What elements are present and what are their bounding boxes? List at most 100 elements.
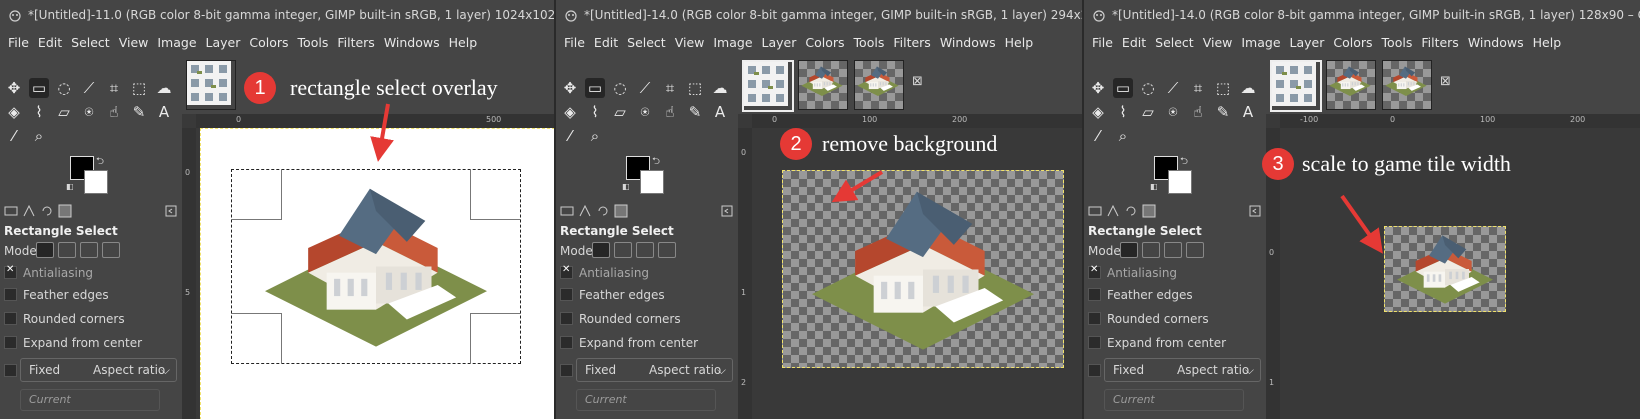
mode-add-button[interactable]: [58, 242, 76, 258]
crop-tool-icon[interactable]: ⌗: [104, 78, 124, 98]
undo-history-tab-icon[interactable]: [596, 204, 610, 218]
color-swatches[interactable]: ⮌ ◧: [622, 154, 666, 196]
swap-colors-icon[interactable]: ⮌: [652, 154, 660, 171]
unified-transform-tool-icon[interactable]: ⬚: [129, 78, 149, 98]
menu-colors[interactable]: Colors: [1333, 35, 1372, 50]
warp-tool-icon[interactable]: ☁: [154, 78, 174, 98]
menu-select[interactable]: Select: [71, 35, 110, 50]
rounded-corners-checkbox[interactable]: [4, 312, 17, 325]
rounded-corners-checkbox[interactable]: [1088, 312, 1101, 325]
fixed-aspect-dropdown[interactable]: Fixed Aspect ratio ⌵: [1104, 358, 1261, 382]
smudge-tool-icon[interactable]: ☝: [1188, 102, 1208, 122]
antialiasing-checkbox[interactable]: [1088, 264, 1101, 279]
mode-replace-button[interactable]: [1120, 242, 1138, 258]
antialiasing-option[interactable]: Antialiasing: [1088, 264, 1177, 280]
undo-history-tab-icon[interactable]: [40, 204, 54, 218]
configure-tab-icon[interactable]: [720, 204, 734, 218]
current-field[interactable]: Current: [20, 389, 160, 411]
mode-subtract-button[interactable]: [1164, 242, 1182, 258]
background-color[interactable]: [84, 170, 108, 194]
image-thumbnail[interactable]: [854, 60, 904, 110]
menu-edit[interactable]: Edit: [594, 35, 618, 50]
menu-file[interactable]: File: [8, 35, 29, 50]
fixed-aspect-dropdown[interactable]: Fixed Aspect ratio ⌵: [20, 358, 177, 382]
paintbrush-tool-icon[interactable]: ⌇: [1113, 102, 1133, 122]
warp-tool-icon[interactable]: ☁: [710, 78, 730, 98]
menu-windows[interactable]: Windows: [384, 35, 440, 50]
images-tab-icon[interactable]: [1142, 204, 1156, 218]
menu-select[interactable]: Select: [627, 35, 666, 50]
rounded-corners-option[interactable]: Rounded corners: [1088, 312, 1209, 326]
color-picker-tool-icon[interactable]: ⁄: [1088, 126, 1108, 146]
rectangle-selection[interactable]: [231, 169, 521, 364]
image-thumbnail[interactable]: [798, 60, 848, 110]
lasso-tool-icon[interactable]: ◌: [610, 78, 630, 98]
menu-view[interactable]: View: [675, 35, 705, 50]
tool-options-tab-icon[interactable]: [4, 204, 18, 218]
device-status-tab-icon[interactable]: [578, 204, 592, 218]
canvas-area[interactable]: 0 500 05: [182, 56, 554, 419]
antialiasing-checkbox[interactable]: [4, 264, 17, 279]
image-thumbnail[interactable]: [1270, 60, 1322, 112]
menu-edit[interactable]: Edit: [1122, 35, 1146, 50]
expand-from-center-option[interactable]: Expand from center: [4, 336, 142, 350]
expand-from-center-checkbox[interactable]: [4, 336, 17, 349]
bucket-fill-tool-icon[interactable]: ◈: [4, 102, 24, 122]
menu-filters[interactable]: Filters: [893, 35, 930, 50]
menu-layer[interactable]: Layer: [762, 35, 797, 50]
rect-select-tool-icon[interactable]: ▭: [1113, 78, 1133, 98]
color-swatches[interactable]: ⮌ ◧: [1150, 156, 1194, 196]
antialiasing-option[interactable]: Antialiasing: [4, 264, 93, 280]
expand-from-center-checkbox[interactable]: [560, 336, 573, 349]
clone-tool-icon[interactable]: ⍟: [635, 102, 655, 122]
zoom-tool-icon[interactable]: ⌕: [29, 126, 49, 146]
configure-tab-icon[interactable]: [164, 204, 178, 218]
menu-colors[interactable]: Colors: [805, 35, 844, 50]
image-thumbnail[interactable]: [186, 60, 236, 110]
mode-subtract-button[interactable]: [80, 242, 98, 258]
menu-image[interactable]: Image: [1241, 35, 1280, 50]
fuzzy-select-tool-icon[interactable]: ⟋: [79, 78, 99, 98]
device-status-tab-icon[interactable]: [22, 204, 36, 218]
clone-tool-icon[interactable]: ⍟: [79, 102, 99, 122]
color-picker-tool-icon[interactable]: ⁄: [4, 126, 24, 146]
menu-help[interactable]: Help: [449, 35, 478, 50]
menu-view[interactable]: View: [119, 35, 149, 50]
eraser-tool-icon[interactable]: ▱: [54, 102, 74, 122]
menu-windows[interactable]: Windows: [940, 35, 996, 50]
tool-options-tab-icon[interactable]: [560, 204, 574, 218]
mode-add-button[interactable]: [1142, 242, 1160, 258]
warp-tool-icon[interactable]: ☁: [1238, 78, 1258, 98]
crop-tool-icon[interactable]: ⌗: [1188, 78, 1208, 98]
paintbrush-tool-icon[interactable]: ⌇: [29, 102, 49, 122]
path-tool-icon[interactable]: ✎: [129, 102, 149, 122]
menu-image[interactable]: Image: [157, 35, 196, 50]
paintbrush-tool-icon[interactable]: ⌇: [585, 102, 605, 122]
mode-intersect-button[interactable]: [1186, 242, 1204, 258]
fuzzy-select-tool-icon[interactable]: ⟋: [1163, 78, 1183, 98]
menu-select[interactable]: Select: [1155, 35, 1194, 50]
feather-edges-checkbox[interactable]: [1088, 288, 1101, 301]
image-viewport[interactable]: [752, 128, 1082, 419]
antialiasing-option[interactable]: Antialiasing: [560, 264, 649, 280]
path-tool-icon[interactable]: ✎: [685, 102, 705, 122]
images-tab-icon[interactable]: [58, 204, 72, 218]
feather-edges-option[interactable]: Feather edges: [560, 288, 665, 302]
rect-select-tool-icon[interactable]: ▭: [585, 78, 605, 98]
rounded-corners-option[interactable]: Rounded corners: [4, 312, 125, 326]
menu-filters[interactable]: Filters: [1421, 35, 1458, 50]
image-viewport[interactable]: [196, 128, 554, 419]
fixed-checkbox[interactable]: [1088, 364, 1101, 377]
current-field[interactable]: Current: [576, 389, 716, 411]
menu-tools[interactable]: Tools: [1382, 35, 1413, 50]
image-thumbnail[interactable]: [1382, 60, 1432, 110]
move-tool-icon[interactable]: ✥: [1088, 78, 1108, 98]
lasso-tool-icon[interactable]: ◌: [1138, 78, 1158, 98]
zoom-tool-icon[interactable]: ⌕: [585, 126, 605, 146]
feather-edges-checkbox[interactable]: [560, 288, 573, 301]
swap-colors-icon[interactable]: ⮌: [96, 154, 104, 171]
mode-intersect-button[interactable]: [102, 242, 120, 258]
configure-tab-icon[interactable]: [1248, 204, 1262, 218]
default-colors-icon[interactable]: ◧: [66, 182, 74, 191]
mode-add-button[interactable]: [614, 242, 632, 258]
